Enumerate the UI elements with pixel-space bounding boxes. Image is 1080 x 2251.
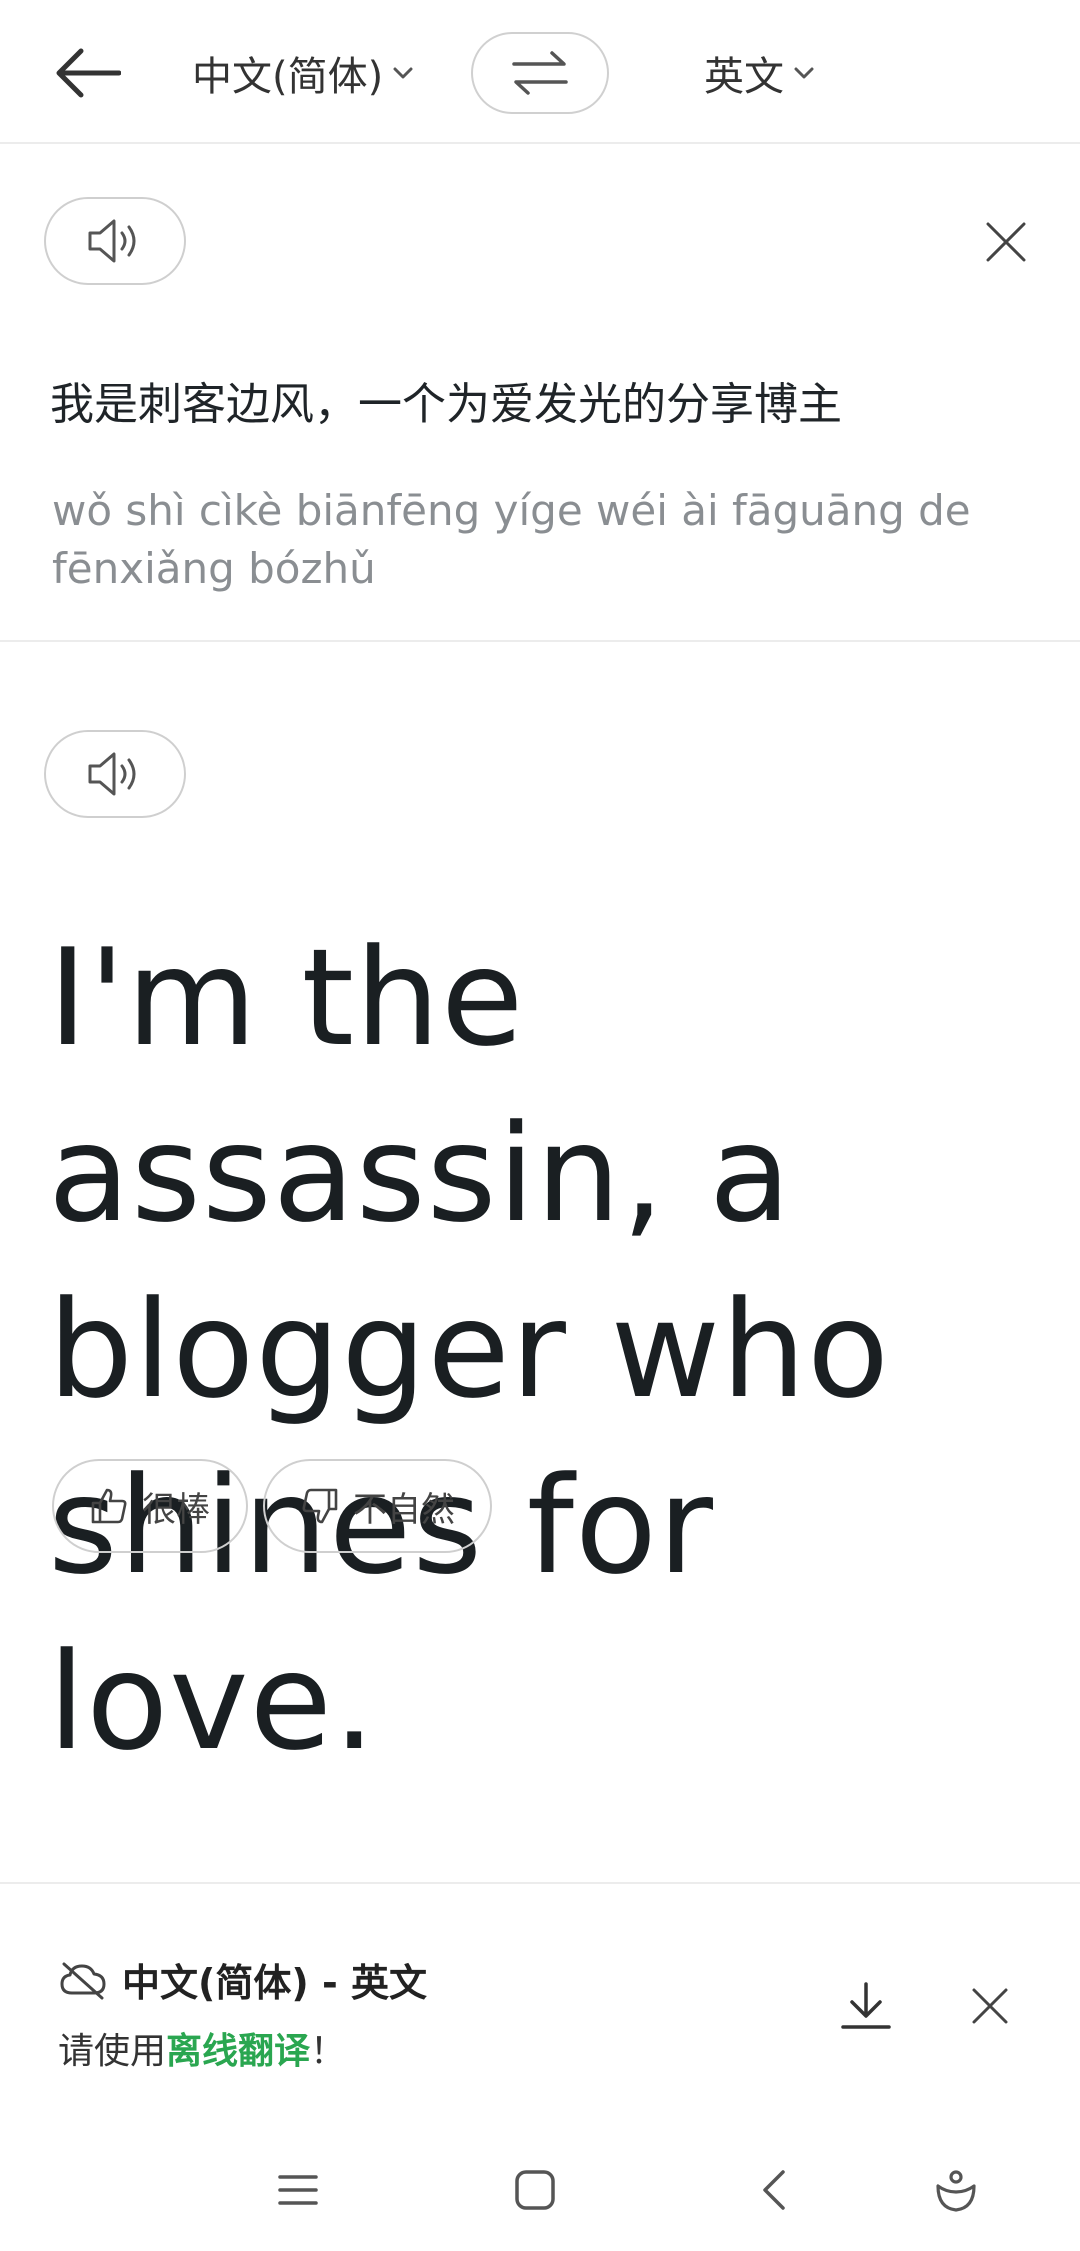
nav-back-button[interactable]	[742, 2158, 806, 2222]
thumbs-up-icon	[90, 1487, 128, 1525]
clear-input-button[interactable]	[976, 212, 1036, 272]
pinyin-text: wǒ shì cìkè biānfēng yíge wéi ài fāguāng…	[52, 486, 971, 593]
thumbs-down-icon	[301, 1487, 339, 1525]
nav-home-button[interactable]	[503, 2158, 567, 2222]
banner-title-text: 中文(简体) - 英文	[122, 1961, 427, 2005]
chevron-down-icon	[393, 66, 413, 80]
assistant-icon	[936, 2170, 976, 2212]
feedback-bad-label: 不自然	[353, 1489, 455, 1530]
banner-title: 中文(简体) - 英文	[58, 1952, 427, 2007]
back-button[interactable]	[50, 35, 126, 111]
nav-assistant-button[interactable]	[924, 2158, 988, 2222]
source-language-label: 中文(简体)	[192, 54, 384, 100]
translation-speak-button[interactable]	[44, 730, 186, 818]
target-language-label: 英文	[704, 54, 784, 100]
translation-text: I'm the assassin, a blogger who shines f…	[48, 920, 891, 1780]
download-offline-button[interactable]	[836, 1976, 896, 2036]
feedback-good-button[interactable]: 很棒	[52, 1459, 248, 1553]
cloud-off-icon	[58, 1960, 108, 2000]
banner-suffix: ！	[310, 2031, 347, 2072]
speaker-icon	[88, 219, 136, 263]
offline-translation-link[interactable]: 离线翻译	[166, 2031, 310, 2072]
target-language-select[interactable]: 英文	[704, 38, 814, 108]
offline-translation-banner: 中文(简体) - 英文 请使用离线翻译！	[0, 1882, 1080, 2122]
feedback-good-label: 很棒	[142, 1489, 210, 1530]
chevron-down-icon	[794, 66, 814, 80]
banner-subtitle: 请使用离线翻译！	[58, 2022, 346, 2074]
top-bar: 中文(简体) 英文	[0, 0, 1080, 144]
speaker-icon	[88, 752, 136, 796]
system-navigation-bar	[0, 2130, 1080, 2251]
source-speak-button[interactable]	[44, 197, 186, 285]
feedback-bad-button[interactable]: 不自然	[263, 1459, 492, 1553]
source-panel: 我是刺客边风，一个为爱发光的分享博主 wǒ shì cìkè biānfēng …	[0, 146, 1080, 642]
nav-menu-button[interactable]	[266, 2158, 330, 2222]
download-icon	[841, 1982, 891, 2029]
menu-icon	[278, 2175, 318, 2205]
swap-arrows-icon	[512, 51, 568, 95]
source-text[interactable]: 我是刺客边风，一个为爱发光的分享博主	[50, 368, 842, 432]
source-language-select[interactable]: 中文(简体)	[192, 38, 413, 108]
close-icon	[986, 222, 1026, 262]
home-square-icon	[515, 2170, 555, 2210]
chevron-left-icon	[763, 2170, 785, 2210]
swap-languages-button[interactable]	[471, 32, 609, 114]
close-icon	[972, 1988, 1008, 2024]
arrow-left-icon	[56, 48, 121, 98]
banner-prefix: 请使用	[58, 2031, 167, 2072]
close-banner-button[interactable]	[960, 1976, 1020, 2036]
